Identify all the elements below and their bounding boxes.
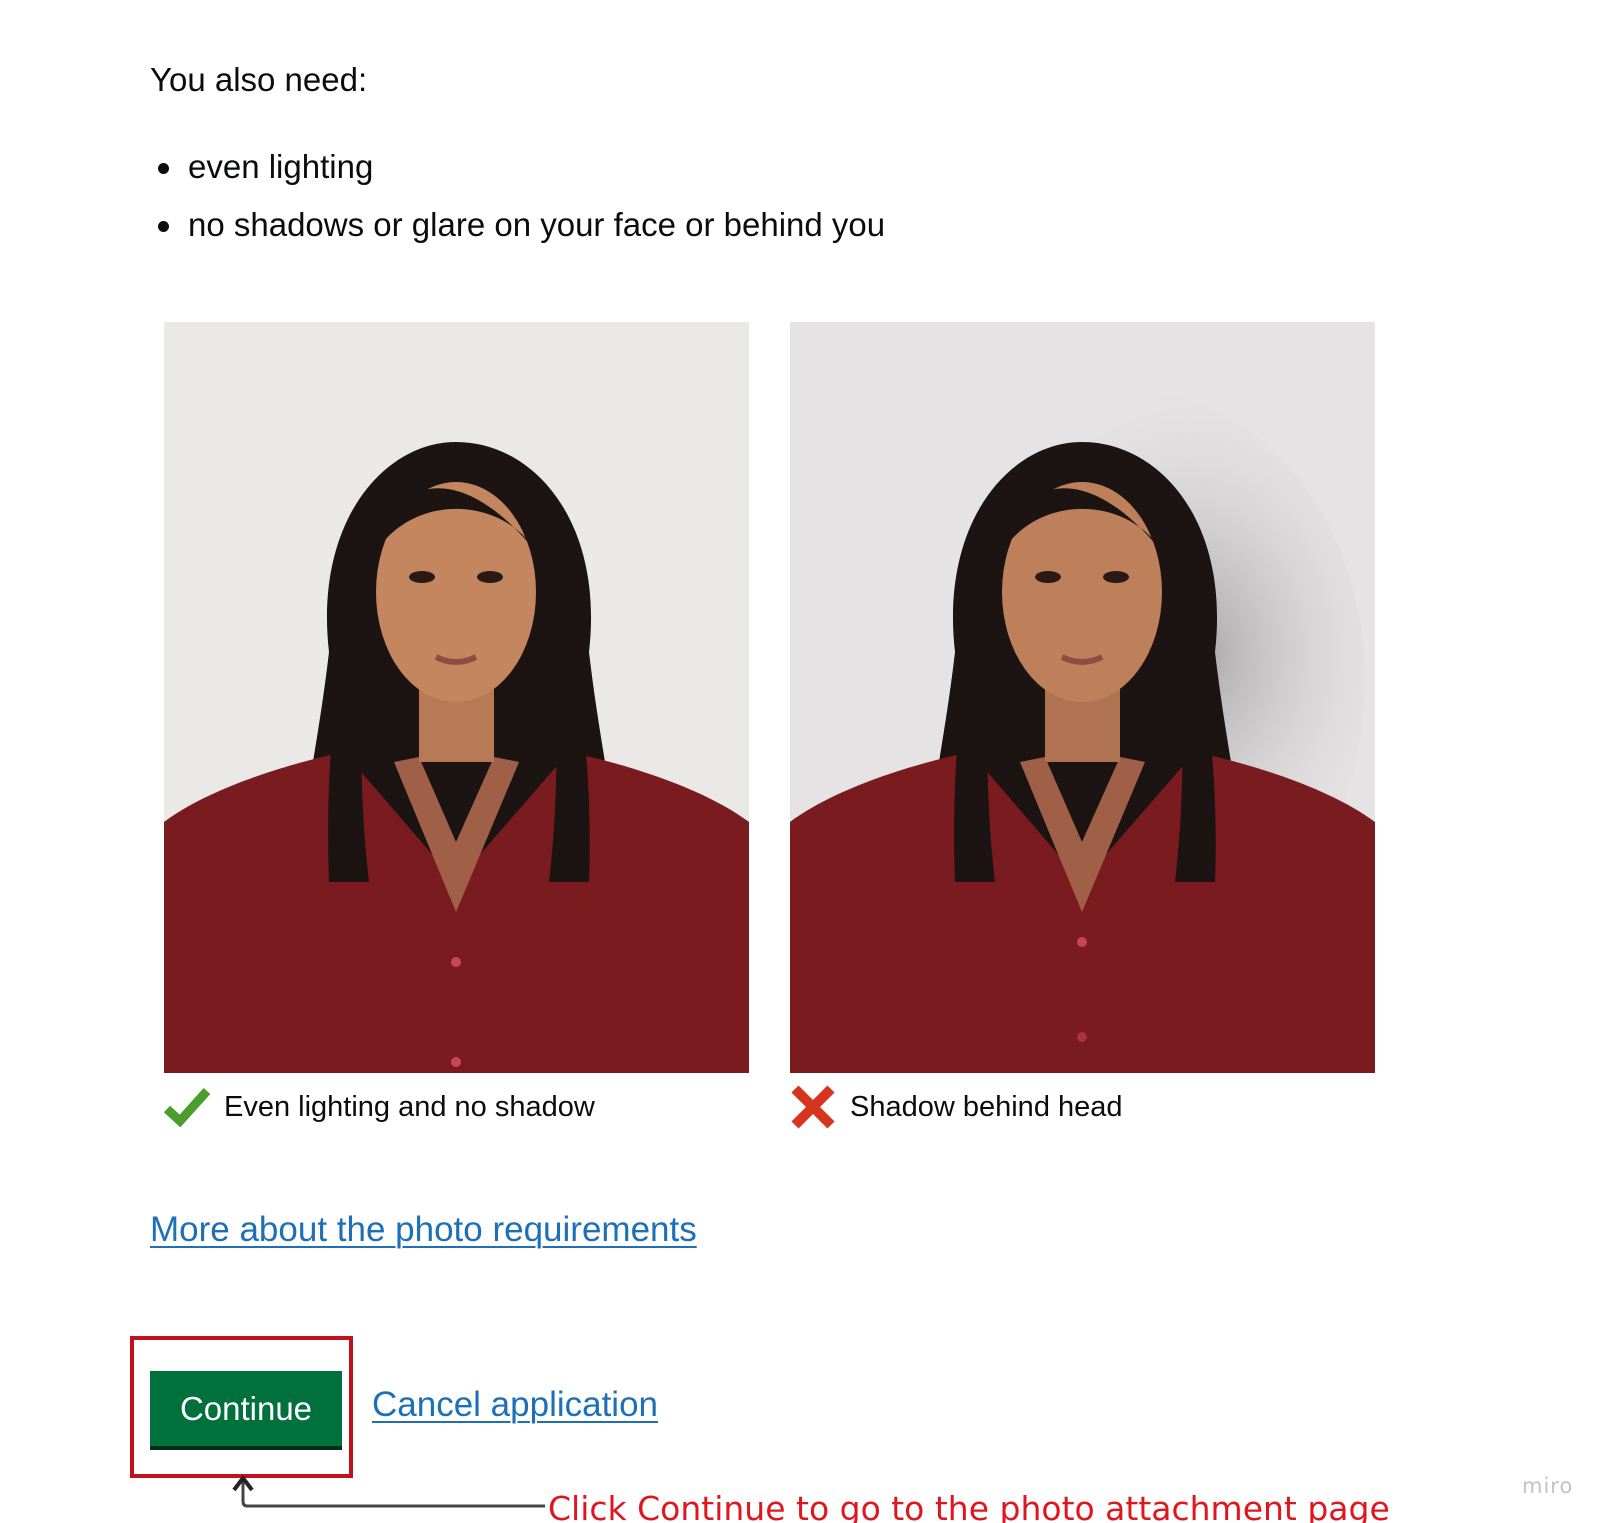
- bullet-icon: [158, 221, 169, 232]
- requirements-list: even lighting no shadows or glare on you…: [150, 145, 885, 261]
- example-photo-good: [164, 322, 749, 1073]
- bullet-icon: [158, 163, 169, 174]
- cancel-application-link[interactable]: Cancel application: [372, 1385, 658, 1425]
- cross-icon: [790, 1085, 836, 1129]
- example-caption-good: Even lighting and no shadow: [164, 1085, 595, 1129]
- miro-watermark: miro: [1522, 1474, 1574, 1498]
- requirement-item: no shadows or glare on your face or behi…: [150, 203, 885, 261]
- intro-text: You also need:: [150, 61, 368, 98]
- example-caption-good-text: Even lighting and no shadow: [224, 1090, 595, 1123]
- continue-button[interactable]: Continue: [150, 1371, 342, 1446]
- example-photo-bad: [790, 322, 1375, 1073]
- example-caption-bad-text: Shadow behind head: [850, 1090, 1123, 1123]
- example-caption-bad: Shadow behind head: [790, 1085, 1123, 1129]
- annotation-text: Click Continue to go to the photo attach…: [548, 1489, 1390, 1523]
- requirement-item: even lighting: [150, 145, 885, 203]
- photo-guidance-page: You also need: even lighting no shadows …: [0, 0, 1600, 1523]
- tick-icon: [164, 1085, 210, 1129]
- annotation-arrow: [232, 1475, 545, 1508]
- more-photo-requirements-link[interactable]: More about the photo requirements: [150, 1210, 697, 1250]
